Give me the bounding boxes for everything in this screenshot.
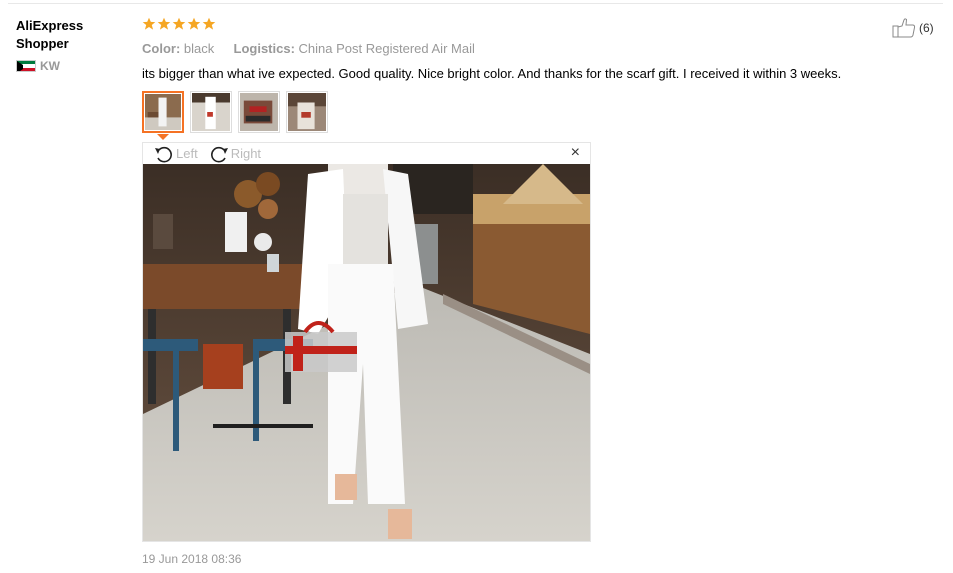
rotate-right-label: Right <box>230 146 262 161</box>
selected-thumbnail-caret <box>157 134 169 140</box>
review-photo-thumbnails <box>142 91 328 133</box>
thumbnail-photo-4[interactable] <box>286 91 328 133</box>
rotate-left-icon <box>155 146 172 162</box>
reviewer-name: AliExpress Shopper <box>16 18 84 51</box>
star-icon <box>157 17 171 30</box>
color-value: black <box>183 41 215 56</box>
photo-viewer: Left Right × <box>142 142 591 542</box>
star-icon <box>142 17 156 30</box>
thumbnail-image <box>145 94 181 130</box>
review-date: 19 Jun 2018 08:36 <box>142 552 242 566</box>
thumbnail-image <box>288 93 326 131</box>
rotate-right-icon <box>210 146 228 162</box>
rotate-right-button[interactable]: Right <box>208 145 261 163</box>
reviewer-info: AliExpress Shopper KW <box>16 17 126 73</box>
close-icon[interactable]: × <box>571 145 580 161</box>
rotate-left-button[interactable]: Left <box>153 145 198 163</box>
thumbnail-photo-1[interactable] <box>142 91 184 133</box>
star-icon <box>172 17 186 30</box>
kuwait-flag-icon <box>16 60 36 72</box>
helpful-button[interactable]: (6) <box>892 18 934 38</box>
color-label: Color: <box>142 41 181 56</box>
thumbnail-photo-2[interactable] <box>190 91 232 133</box>
review-meta: Color: black Logistics: China Post Regis… <box>142 41 932 57</box>
star-icon <box>202 17 216 30</box>
review-body: Color: black Logistics: China Post Regis… <box>142 17 932 82</box>
star-icon <box>187 17 201 30</box>
rotate-left-label: Left <box>176 146 198 161</box>
country-code: KW <box>40 59 60 73</box>
thumbnail-image <box>240 93 278 131</box>
helpful-count: (6) <box>919 21 934 35</box>
logistics-value: China Post Registered Air Mail <box>298 41 475 56</box>
reviewer-country: KW <box>16 59 126 73</box>
divider <box>8 3 943 4</box>
review-text: its bigger than what ive expected. Good … <box>142 66 842 81</box>
thumbs-up-icon[interactable] <box>892 18 916 38</box>
thumbnail-image <box>192 93 230 131</box>
viewer-toolbar: Left Right × <box>143 143 590 164</box>
thumbnail-photo-3[interactable] <box>238 91 280 133</box>
review-photo-large <box>143 164 590 541</box>
star-rating <box>142 17 932 33</box>
logistics-label: Logistics: <box>233 41 295 56</box>
